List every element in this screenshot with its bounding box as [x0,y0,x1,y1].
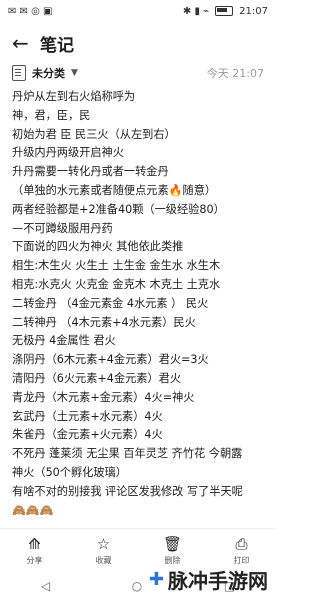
note-line: 不死丹 蓬莱须 无尘果 百年灵芝 齐竹花 今朝露 [12,447,243,461]
note-line: 二转金丹 （4金元素金 4水元素 ） 民火 [12,296,209,310]
note-line: 有啥不对的别接我 评论区发我修改 写了半天呢 [12,484,243,498]
note-timestamp: 今天 21:07 [206,67,264,80]
battery-icon [215,6,234,16]
note-line: 下面说的四火为神火 其他依此类推 [12,240,184,254]
note-line: 涤阴丹（6木元素+4金元素）君火=3火 [12,353,209,367]
note-body[interactable]: 丹炉从左到右火焰称呼为 神，君，臣，民 初始为君 臣 民三火（从左到右） 升级内… [12,88,268,538]
note-line: 升丹需要一转化丹或者一转金丹 [12,165,169,179]
title-bar: ← 笔记 [0,26,276,60]
share-label: 分享 [26,556,43,565]
note-line: 🙈🙈🙈 [12,503,54,517]
back-arrow-icon[interactable]: ← [12,31,40,55]
note-line: 二转神丹 （4木元素+4水元素）民火 [12,315,196,329]
signal-icons: ✱ ▮ ⌁ [182,5,210,17]
print-icon: ⎙ [235,535,248,553]
share-button[interactable]: ⟰ 分享 [10,536,60,566]
note-line: 清阳丹（6火元素+4金元素）君火 [12,371,182,385]
note-line: 初始为君 臣 民三火（从左到右） [12,127,176,141]
nav-home-icon[interactable]: ○ [132,579,142,593]
favorite-button[interactable]: ☆ 收藏 [79,536,129,566]
watermark: ✚ 脉冲手游网 [149,565,268,594]
page-title: 笔记 [40,35,74,56]
note-line: 青龙丹（木元素+金元素）4火=神火 [12,390,195,404]
note-line: 玄武丹（土元素+水元素）4火 [12,409,163,423]
watermark-text: 脉冲手游网 [168,569,268,593]
note-line: 相克:水克火 火克金 金克木 木克土 土克水 [12,277,221,291]
note-line: 神火（50个孵化玻璃） [12,465,127,479]
print-button[interactable]: ⎙ 打印 [217,536,267,566]
note-line: 升级内丹两级开启神火 [12,146,124,160]
delete-button[interactable]: 🗑 删除 [148,536,198,566]
note-meta-row: 未分类 ▼ 今天 21:07 [0,62,276,84]
note-line: 两者经验都是+2准备40颗（一级经验80） [12,202,225,216]
watermark-logo-icon: ✚ [148,569,164,590]
note-line: （单独的水元素或者随便点元素🔥随意） [12,183,217,197]
chevron-down-icon[interactable]: ▼ [71,68,78,78]
share-icon: ⟰ [28,535,41,553]
status-right: ✱ ▮ ⌁ 21:07 [183,6,268,17]
note-line: —不可蹲级服用丹药 [12,221,113,235]
notebook-icon [12,65,26,81]
note-line: 相生:木生火 火生土 土生金 金生水 水生木 [12,259,221,273]
category-label[interactable]: 未分类 [32,65,65,81]
category-selector[interactable]: 未分类 ▼ [12,65,78,81]
star-icon: ☆ [96,535,111,553]
note-line: 朱雀丹（金元素+火元素）4火 [12,428,163,442]
status-bar: ✉ ✉ ◎ ▣ ✱ ▮ ⌁ 21:07 [0,0,276,22]
nav-back-icon[interactable]: ◁ [41,579,50,593]
note-line: 无极丹 4金属性 君火 [12,334,116,348]
status-left-icons: ✉ ✉ ◎ ▣ [8,6,52,17]
note-line: 神，君，臣，民 [12,108,91,122]
favorite-label: 收藏 [95,556,112,565]
note-line: 丹炉从左到右火焰称呼为 [12,90,136,103]
notification-icons: ✉ ✉ ◎ ▣ [8,5,53,17]
trash-icon: 🗑 [162,535,183,553]
status-time: 21:07 [239,5,268,17]
